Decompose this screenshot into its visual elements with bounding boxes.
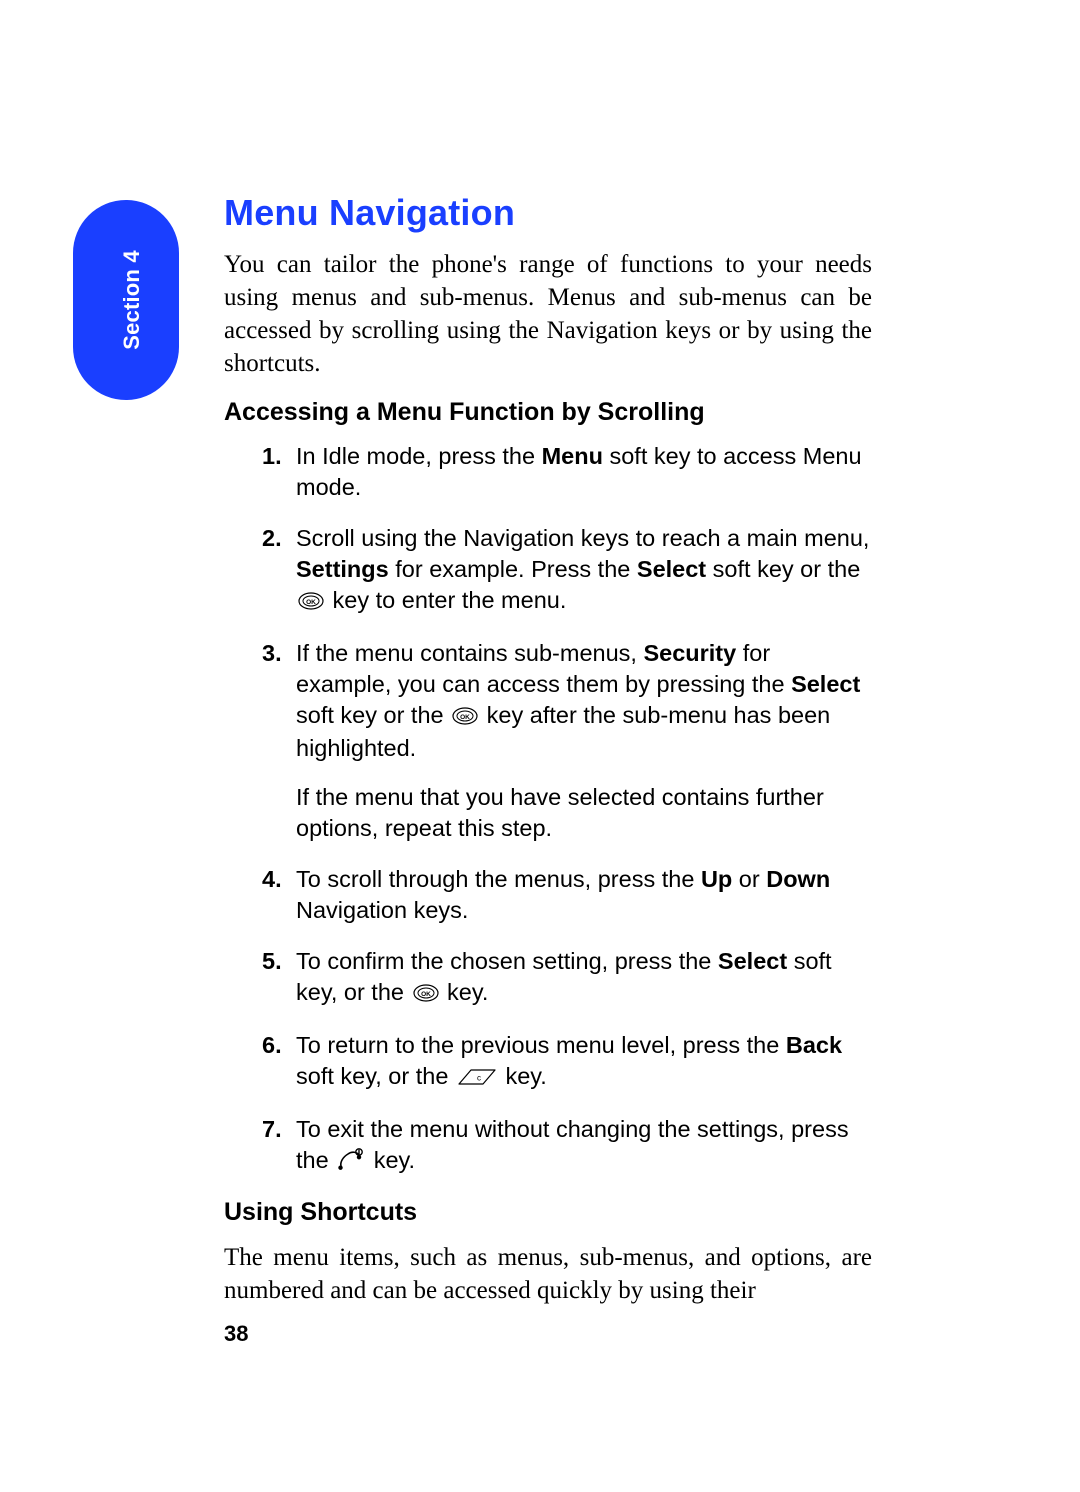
step-1-menu-bold: Menu (542, 443, 603, 469)
step-4: To scroll through the menus, press the U… (296, 864, 872, 926)
shortcuts-paragraph: The menu items, such as menus, sub-menus… (224, 1241, 872, 1307)
step-2-text-d: key to enter the menu. (326, 587, 566, 613)
step-3-security-bold: Security (643, 640, 736, 666)
end-key-icon (337, 1147, 365, 1178)
spacer (224, 1307, 872, 1321)
step-1-text-a: In Idle mode, press the (296, 443, 542, 469)
step-6-back-bold: Back (786, 1032, 842, 1058)
step-6-text-c: key. (499, 1063, 547, 1089)
svg-text:OK: OK (306, 599, 316, 606)
svg-text:OK: OK (460, 714, 470, 721)
svg-text:OK: OK (421, 991, 431, 998)
step-3-text-a: If the menu contains sub-menus, (296, 640, 643, 666)
intro-paragraph: You can tailor the phone's range of func… (224, 248, 872, 380)
step-3-followup: If the menu that you have selected conta… (296, 782, 872, 844)
step-4-text-c: Navigation keys. (296, 897, 468, 923)
step-5-text-a: To confirm the chosen setting, press the (296, 948, 718, 974)
step-2-settings-bold: Settings (296, 556, 389, 582)
step-5-select-bold: Select (718, 948, 787, 974)
step-7: To exit the menu without changing the se… (296, 1114, 872, 1178)
step-4-text-b: or (732, 866, 766, 892)
ok-key-icon: OK (413, 979, 439, 1010)
step-6-text-a: To return to the previous menu level, pr… (296, 1032, 786, 1058)
step-4-text-a: To scroll through the menus, press the (296, 866, 701, 892)
step-1: In Idle mode, press the Menu soft key to… (296, 441, 872, 503)
svg-text:c: c (477, 1074, 481, 1083)
ok-key-icon: OK (452, 702, 478, 733)
ok-key-icon: OK (298, 587, 324, 618)
subheading-accessing: Accessing a Menu Function by Scrolling (224, 398, 872, 427)
page-title: Menu Navigation (224, 192, 872, 234)
c-key-icon: c (457, 1063, 497, 1094)
step-5: To confirm the chosen setting, press the… (296, 946, 872, 1010)
step-2-text-b: for example. Press the (389, 556, 637, 582)
step-6-text-b: soft key, or the (296, 1063, 455, 1089)
step-2-text-c: soft key or the (706, 556, 860, 582)
step-3: If the menu contains sub-menus, Security… (296, 638, 872, 844)
ordered-steps: In Idle mode, press the Menu soft key to… (224, 441, 872, 1178)
step-2-select-bold: Select (637, 556, 706, 582)
step-2-text-a: Scroll using the Navigation keys to reac… (296, 525, 869, 551)
section-tab-label: Section 4 (119, 250, 145, 350)
page-number: 38 (224, 1321, 872, 1347)
section-tab: Section 4 (73, 200, 179, 400)
step-3-select-bold: Select (791, 671, 860, 697)
subheading-shortcuts: Using Shortcuts (224, 1198, 872, 1227)
step-7-text-b: key. (367, 1147, 415, 1173)
step-4-up-bold: Up (701, 866, 732, 892)
step-3-text-c: soft key or the (296, 702, 450, 728)
content-column: Menu Navigation You can tailor the phone… (224, 192, 872, 1347)
manual-page: Section 4 Menu Navigation You can tailor… (0, 0, 1080, 1492)
step-4-down-bold: Down (766, 866, 830, 892)
step-2: Scroll using the Navigation keys to reac… (296, 523, 872, 618)
step-6: To return to the previous menu level, pr… (296, 1030, 872, 1094)
step-5-text-c: key. (441, 979, 489, 1005)
